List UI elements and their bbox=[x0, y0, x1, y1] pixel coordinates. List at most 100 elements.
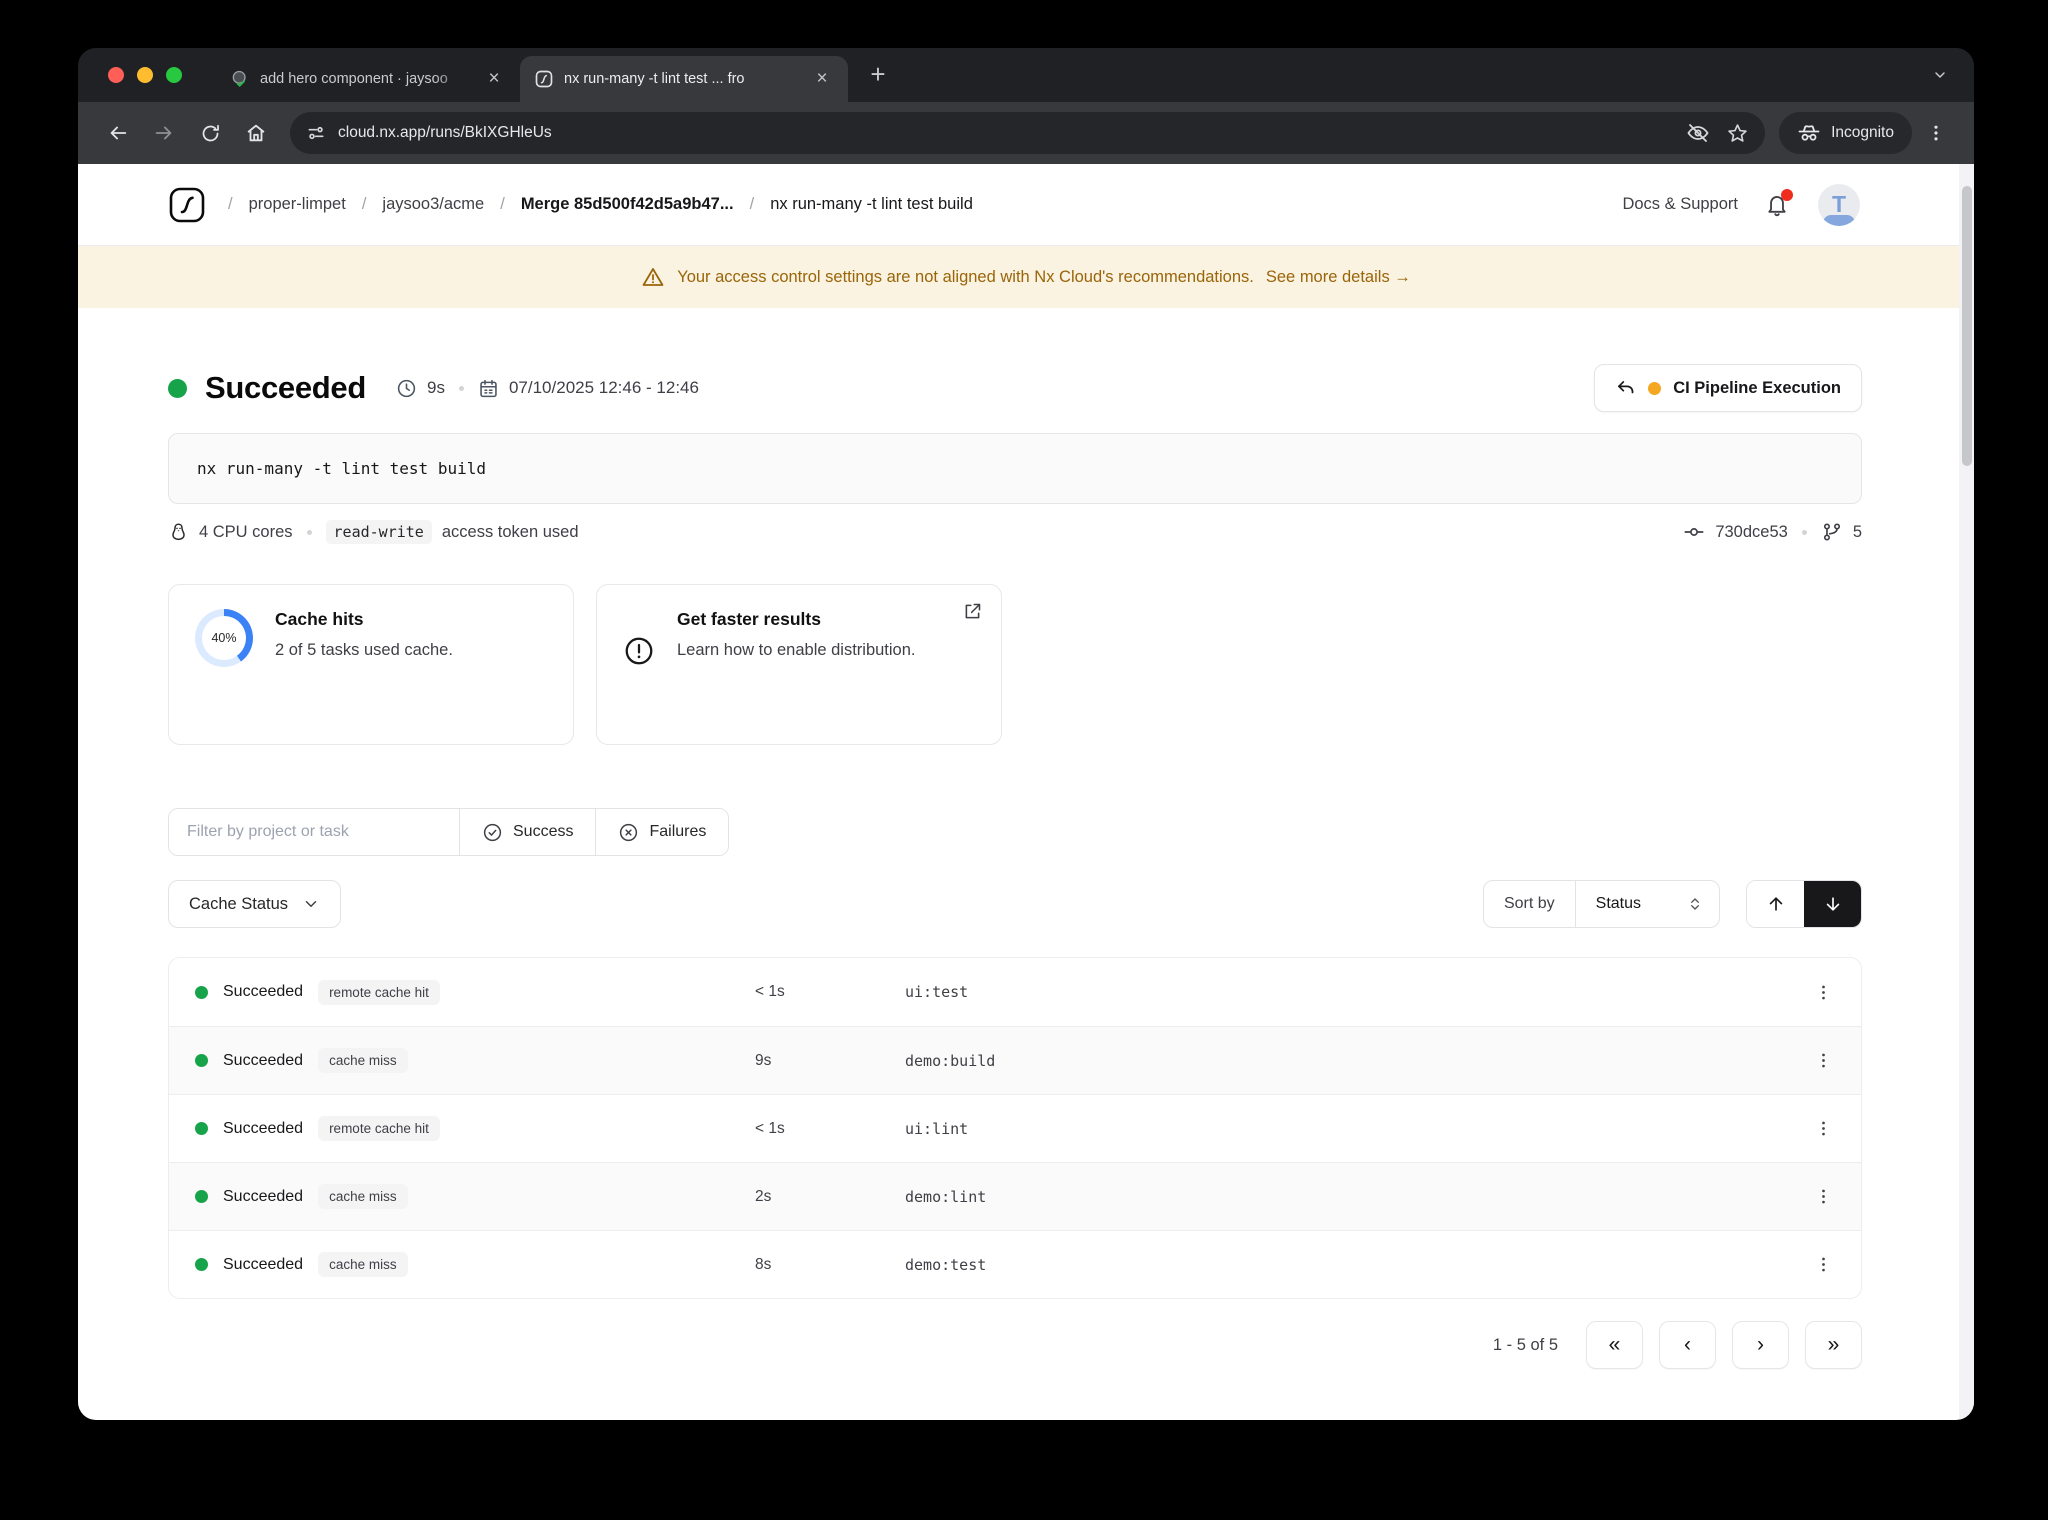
pagination: 1 - 5 of 5 « ‹ › » bbox=[168, 1321, 1862, 1369]
separator-dot bbox=[306, 529, 312, 535]
row-menu-icon[interactable] bbox=[1801, 1107, 1845, 1151]
row-menu-icon[interactable] bbox=[1801, 1175, 1845, 1219]
close-tab-icon[interactable]: × bbox=[482, 67, 506, 91]
breadcrumb-run[interactable]: nx run-many -t lint test build bbox=[770, 195, 973, 214]
access-token-suffix: access token used bbox=[441, 522, 579, 541]
breadcrumb-separator: / bbox=[500, 195, 505, 213]
run-command: nx run-many -t lint test build bbox=[168, 433, 1862, 504]
avatar[interactable]: T bbox=[1818, 183, 1860, 226]
row-menu-icon[interactable] bbox=[1801, 970, 1845, 1014]
nx-cloud-page: / proper-limpet / jaysoo3/acme / Merge 8… bbox=[78, 164, 1974, 1420]
traffic-lights bbox=[108, 67, 182, 83]
row-status-dot bbox=[195, 1054, 208, 1067]
branch-count: 5 bbox=[1852, 522, 1862, 541]
filter-input[interactable] bbox=[169, 809, 459, 855]
commit-sha[interactable]: 730dce53 bbox=[1715, 523, 1788, 542]
cache-status-label: Cache Status bbox=[189, 894, 289, 913]
browser-toolbar: cloud.nx.app/runs/BkIXGHleUs Incognito bbox=[78, 102, 1974, 164]
minimize-window-button[interactable] bbox=[137, 67, 153, 83]
pipeline-status-dot bbox=[1648, 381, 1662, 395]
banner-text: Your access control settings are not ali… bbox=[677, 267, 1254, 286]
pagination-label: 1 - 5 of 5 bbox=[1492, 1335, 1558, 1354]
table-row[interactable]: Succeeded remote cache hit < 1s ui:test bbox=[169, 958, 1861, 1026]
table-row[interactable]: Succeeded cache miss 8s demo:test bbox=[169, 1230, 1861, 1298]
run-status-row: Succeeded 9s 07/10/2025 12:46 - 12:46 CI… bbox=[168, 364, 1862, 412]
scrollbar-thumb[interactable] bbox=[1962, 186, 1972, 466]
access-token-badge: read-write bbox=[325, 520, 432, 544]
calendar-icon bbox=[478, 378, 499, 399]
chevron-down-icon bbox=[305, 901, 317, 907]
tab-strip: add hero component · jaysoo × nx run-man… bbox=[78, 48, 1974, 102]
arrow-up-icon bbox=[1769, 897, 1782, 911]
row-status-dot bbox=[195, 1122, 208, 1135]
breadcrumb-commit[interactable]: Merge 85d500f42d5a9b47... bbox=[521, 195, 734, 214]
row-status-dot bbox=[195, 985, 208, 999]
faster-results-card[interactable]: Get faster results Learn how to enable d… bbox=[596, 584, 1002, 745]
new-tab-button[interactable]: + bbox=[862, 58, 894, 90]
row-status-dot bbox=[195, 1190, 208, 1203]
forward-button[interactable] bbox=[144, 113, 184, 153]
site-settings-icon[interactable] bbox=[306, 123, 326, 143]
commit-icon bbox=[1683, 521, 1705, 543]
check-circle-icon bbox=[483, 823, 502, 841]
table-row[interactable]: Succeeded cache miss 2s demo:lint bbox=[169, 1162, 1861, 1230]
tab-github-pr[interactable]: add hero component · jaysoo × bbox=[216, 56, 520, 102]
row-duration: 8s bbox=[755, 1255, 772, 1273]
external-link-icon[interactable] bbox=[962, 601, 983, 622]
docs-support-link[interactable]: Docs & Support bbox=[1622, 195, 1738, 214]
eye-off-icon[interactable] bbox=[1686, 121, 1710, 145]
row-menu-icon[interactable] bbox=[1801, 1243, 1845, 1287]
last-page-button[interactable]: » bbox=[1805, 1321, 1862, 1369]
maximize-window-button[interactable] bbox=[166, 67, 182, 83]
cache-status-dropdown[interactable]: Cache Status bbox=[168, 880, 342, 928]
first-page-button[interactable]: « bbox=[1586, 1321, 1643, 1369]
breadcrumb-separator: / bbox=[361, 195, 367, 213]
row-status: Succeeded bbox=[223, 1255, 304, 1273]
linux-penguin-icon bbox=[168, 522, 189, 543]
breadcrumb-repo[interactable]: jaysoo3/acme bbox=[382, 195, 484, 214]
close-tab-icon[interactable]: × bbox=[810, 67, 834, 91]
branch-icon bbox=[1821, 521, 1843, 543]
url-bar[interactable]: cloud.nx.app/runs/BkIXGHleUs bbox=[290, 112, 1766, 154]
banner-details-link[interactable]: See more details → bbox=[1266, 268, 1411, 287]
info-icon bbox=[623, 635, 655, 667]
back-button[interactable] bbox=[98, 113, 138, 153]
tab-nx-run[interactable]: nx run-many -t lint test ... fro × bbox=[520, 56, 848, 102]
cache-hits-card: 40% Cache hits 2 of 5 tasks used cache. bbox=[168, 584, 574, 745]
sort-select[interactable]: Sort by Status bbox=[1482, 880, 1720, 928]
sort-descending-button[interactable] bbox=[1804, 881, 1861, 927]
table-row[interactable]: Succeeded cache miss 9s demo:build bbox=[169, 1026, 1861, 1094]
nx-logo-icon[interactable] bbox=[168, 186, 206, 224]
tab-search-chevron-icon[interactable] bbox=[1920, 60, 1960, 90]
faster-results-title: Get faster results bbox=[677, 609, 821, 629]
success-filter-button[interactable]: Success bbox=[459, 809, 596, 855]
row-status-dot bbox=[195, 1258, 208, 1271]
prev-page-button[interactable]: ‹ bbox=[1659, 1321, 1716, 1369]
cache-hits-subtitle: 2 of 5 tasks used cache. bbox=[275, 641, 453, 659]
row-status: Succeeded bbox=[223, 983, 304, 1000]
sort-ascending-button[interactable] bbox=[1747, 881, 1804, 927]
close-window-button[interactable] bbox=[108, 67, 124, 83]
failures-filter-button[interactable]: Failures bbox=[595, 809, 729, 855]
run-duration: 9s bbox=[427, 378, 445, 397]
notifications-bell-icon[interactable] bbox=[1764, 188, 1793, 219]
row-task: ui:lint bbox=[905, 1119, 969, 1138]
reload-button[interactable] bbox=[190, 113, 230, 153]
breadcrumb: / proper-limpet / jaysoo3/acme / Merge 8… bbox=[168, 186, 1622, 224]
row-duration: 2s bbox=[755, 1187, 772, 1205]
browser-menu-icon[interactable] bbox=[1918, 113, 1954, 153]
ci-pipeline-execution-button[interactable]: CI Pipeline Execution bbox=[1594, 364, 1862, 412]
row-task: demo:lint bbox=[905, 1187, 987, 1206]
nx-icon bbox=[534, 69, 554, 89]
home-button[interactable] bbox=[236, 113, 276, 153]
sort-by-label: Sort by bbox=[1484, 881, 1576, 927]
url-text[interactable]: cloud.nx.app/runs/BkIXGHleUs bbox=[338, 124, 1674, 142]
bookmark-star-icon[interactable] bbox=[1726, 122, 1749, 145]
breadcrumb-workspace[interactable]: proper-limpet bbox=[249, 195, 346, 214]
row-task: demo:test bbox=[905, 1255, 987, 1274]
next-page-button[interactable]: › bbox=[1732, 1321, 1789, 1369]
table-row[interactable]: Succeeded remote cache hit < 1s ui:lint bbox=[169, 1094, 1861, 1162]
page-header: / proper-limpet / jaysoo3/acme / Merge 8… bbox=[78, 164, 1974, 246]
row-cache-badge: cache miss bbox=[318, 1184, 408, 1209]
row-menu-icon[interactable] bbox=[1801, 1039, 1845, 1083]
